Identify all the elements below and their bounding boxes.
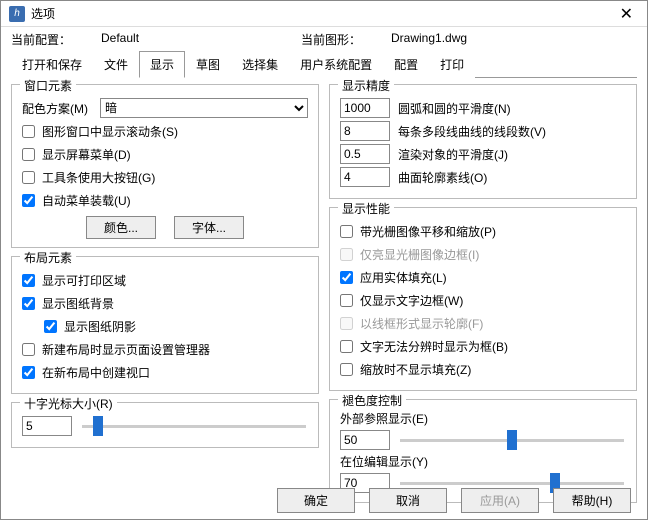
options-dialog: h 选项 ✕ 当前配置： Default 当前图形： Drawing1.dwg … [0, 0, 648, 520]
panraster-checkbox[interactable]: 带光栅图像平移和缩放(P) [340, 223, 496, 240]
colorscheme-label: 配色方案(M) [22, 100, 100, 117]
tab-display[interactable]: 显示 [139, 51, 185, 78]
legend-fade: 褪色度控制 [338, 392, 406, 409]
footer-buttons: 确定 取消 应用(A) 帮助(H) [277, 488, 631, 513]
close-icon[interactable]: ✕ [614, 4, 639, 24]
textframe-checkbox[interactable]: 仅显示文字边框(W) [340, 292, 463, 309]
app-icon: h [9, 6, 25, 22]
hlimage-checkbox: 仅亮显光栅图像边框(I) [340, 246, 479, 263]
apply-button[interactable]: 应用(A) [461, 488, 539, 513]
legend-performance: 显示性能 [338, 200, 394, 217]
viewport-checkbox[interactable]: 在新布局中创建视口 [22, 364, 150, 381]
tab-profiles[interactable]: 配置 [383, 51, 429, 78]
config-label: 当前配置： [11, 31, 101, 48]
titlebar: h 选项 ✕ [1, 1, 647, 27]
group-layout-elements: 布局元素 显示可打印区域 显示图纸背景 显示图纸阴影 新建布局时显示页面设置管理… [11, 256, 319, 394]
arc-smooth-input[interactable] [340, 98, 390, 118]
xref-fade-slider[interactable] [400, 439, 624, 442]
group-window-elements: 窗口元素 配色方案(M) 暗 图形窗口中显示滚动条(S) 显示屏幕菜单(D) 工… [11, 84, 319, 248]
cancel-button[interactable]: 取消 [369, 488, 447, 513]
nofillzoom-checkbox[interactable]: 缩放时不显示填充(Z) [340, 361, 471, 378]
ok-button[interactable]: 确定 [277, 488, 355, 513]
tab-open-save[interactable]: 打开和保存 [11, 51, 93, 78]
tabstrip: 打开和保存 文件 显示 草图 选择集 用户系统配置 配置 打印 [11, 50, 637, 78]
contour-input[interactable] [340, 167, 390, 187]
legend-window-elements: 窗口元素 [20, 77, 76, 94]
pagesetup-checkbox[interactable]: 新建布局时显示页面设置管理器 [22, 341, 210, 358]
tab-user-prefs[interactable]: 用户系统配置 [289, 51, 383, 78]
font-button[interactable]: 字体... [174, 216, 244, 239]
drawing-value: Drawing1.dwg [391, 31, 591, 48]
screenmenu-checkbox[interactable]: 显示屏幕菜单(D) [22, 146, 131, 163]
tab-sketch[interactable]: 草图 [185, 51, 231, 78]
group-crosshair: 十字光标大小(R) [11, 402, 319, 448]
crosshair-slider[interactable] [82, 425, 306, 428]
group-performance: 显示性能 带光栅图像平移和缩放(P) 仅亮显光栅图像边框(I) 应用实体填充(L… [329, 207, 637, 391]
paperbg-checkbox[interactable]: 显示图纸背景 [22, 295, 114, 312]
solidfill-checkbox[interactable]: 应用实体填充(L) [340, 269, 447, 286]
inplace-fade-label: 在位编辑显示(Y) [340, 453, 626, 470]
segments-label: 每条多段线曲线的线段数(V) [398, 123, 546, 140]
group-precision: 显示精度 圆弧和圆的平滑度(N) 每条多段线曲线的线段数(V) 渲染对象的平滑度… [329, 84, 637, 199]
legend-layout-elements: 布局元素 [20, 249, 76, 266]
printable-checkbox[interactable]: 显示可打印区域 [22, 272, 126, 289]
header-row: 当前配置： Default 当前图形： Drawing1.dwg [1, 27, 647, 50]
right-column: 显示精度 圆弧和圆的平滑度(N) 每条多段线曲线的线段数(V) 渲染对象的平滑度… [329, 84, 637, 482]
panel: 窗口元素 配色方案(M) 暗 图形窗口中显示滚动条(S) 显示屏幕菜单(D) 工… [1, 78, 647, 486]
drawing-label: 当前图形： [301, 31, 391, 48]
largebuttons-checkbox[interactable]: 工具条使用大按钮(G) [22, 169, 155, 186]
colorscheme-select[interactable]: 暗 [100, 98, 308, 118]
contour-label: 曲面轮廓素线(O) [398, 169, 487, 186]
segments-input[interactable] [340, 121, 390, 141]
xref-fade-input[interactable] [340, 430, 390, 450]
color-button[interactable]: 颜色... [86, 216, 156, 239]
papershadow-checkbox[interactable]: 显示图纸阴影 [44, 318, 136, 335]
inplace-fade-slider[interactable] [400, 482, 624, 485]
tab-print[interactable]: 打印 [429, 51, 475, 78]
render-smooth-input[interactable] [340, 144, 390, 164]
render-smooth-label: 渲染对象的平滑度(J) [398, 146, 508, 163]
legend-precision: 显示精度 [338, 77, 394, 94]
xref-fade-label: 外部参照显示(E) [340, 410, 626, 427]
tab-files[interactable]: 文件 [93, 51, 139, 78]
help-button[interactable]: 帮助(H) [553, 488, 631, 513]
legend-crosshair: 十字光标大小(R) [20, 395, 117, 412]
window-title: 选项 [31, 5, 614, 22]
left-column: 窗口元素 配色方案(M) 暗 图形窗口中显示滚动条(S) 显示屏幕菜单(D) 工… [11, 84, 319, 482]
wireframe-checkbox: 以线框形式显示轮廓(F) [340, 315, 483, 332]
autoload-checkbox[interactable]: 自动菜单装载(U) [22, 192, 131, 209]
tab-selection[interactable]: 选择集 [231, 51, 289, 78]
toblock-checkbox[interactable]: 文字无法分辨时显示为框(B) [340, 338, 508, 355]
arc-smooth-label: 圆弧和圆的平滑度(N) [398, 100, 511, 117]
config-value: Default [101, 31, 301, 48]
scrollbars-checkbox[interactable]: 图形窗口中显示滚动条(S) [22, 123, 178, 140]
crosshair-input[interactable] [22, 416, 72, 436]
